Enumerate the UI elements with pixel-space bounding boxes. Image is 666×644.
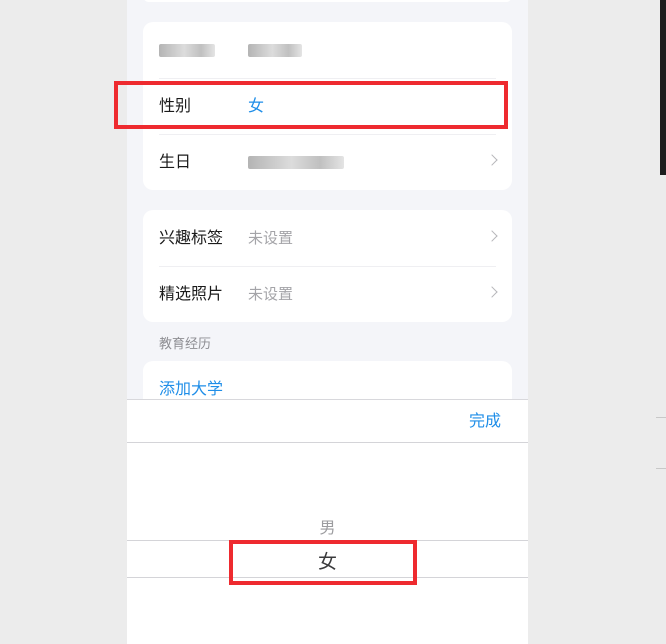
profile-card: 性别 女 生日 [143,22,512,190]
interest-tags-label: 兴趣标签 [159,228,224,247]
gender-label: 性别 [159,96,192,115]
gender-picker-wheel[interactable]: 男 女 [127,443,528,644]
chevron-right-icon [486,286,498,298]
name-value-redacted [248,44,302,57]
birthday-label: 生日 [159,152,192,171]
picker-option-female-selected[interactable]: 女 [127,544,528,580]
picker-selection-line [127,540,528,541]
education-section-title: 教育经历 [159,337,212,352]
featured-photos-row[interactable]: 精选照片 未设置 [143,266,512,322]
done-button[interactable]: 完成 [469,400,501,442]
window-edge [660,0,666,175]
birthday-row[interactable]: 生日 [143,134,512,190]
window-edge-tick [656,417,666,418]
picker-option-male[interactable]: 男 [127,514,528,538]
phone-screen: 性别 女 生日 兴趣标签 未设置 精选照片 未设置 教育经历 添加大学 完成 男 [127,0,528,644]
featured-photos-label: 精选照片 [159,284,224,303]
name-row[interactable] [143,22,512,78]
interest-tags-value: 未设置 [248,229,294,247]
picker-toolbar: 完成 [127,400,528,443]
picker-selection-line [127,577,528,578]
gender-value: 女 [248,96,265,115]
name-label-redacted [159,44,215,57]
featured-photos-value: 未设置 [248,285,294,303]
interests-card: 兴趣标签 未设置 精选照片 未设置 [143,210,512,322]
window-edge-tick [656,468,666,469]
gender-row[interactable]: 性别 女 [143,78,512,134]
previous-card [143,0,512,2]
chevron-right-icon [486,154,498,166]
interest-tags-row[interactable]: 兴趣标签 未设置 [143,210,512,266]
gender-picker-sheet: 完成 男 女 [127,399,528,644]
birthday-value-redacted [248,156,344,169]
chevron-right-icon [486,230,498,242]
